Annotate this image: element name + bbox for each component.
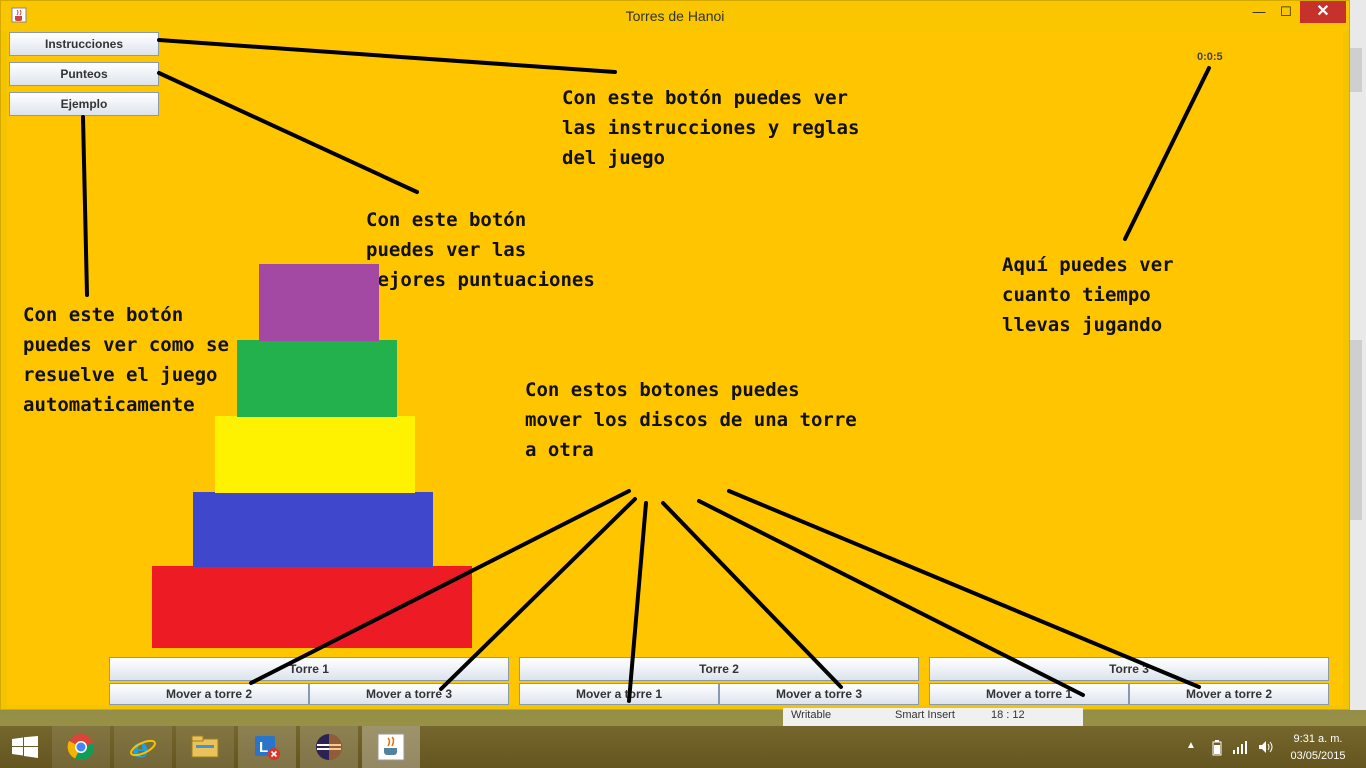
tower-3-label: Torre 3 [929,657,1329,681]
disk-4 [193,492,433,567]
status-cursor-position: 18 : 12 [991,709,1025,721]
note-ejemplo: Con este botón puedes ver como se resuel… [23,304,229,416]
svg-text:L: L [259,739,268,756]
taskbar-file-explorer[interactable] [176,726,234,768]
file-explorer-icon [191,735,219,758]
scrollbar-thumb [1350,340,1362,520]
note-mover-discos: Con estos botones puedes mover los disco… [525,379,857,461]
tower-1-move-to-2-button[interactable]: Mover a torre 2 [109,683,309,705]
title-bar: Torres de Hanoi — ☐ ✕ [1,1,1349,31]
arrow-punteos [157,71,419,194]
tower-3-move-to-2-button[interactable]: Mover a torre 2 [1129,683,1329,705]
tower-2-move-to-3-button[interactable]: Mover a torre 3 [719,683,919,705]
game-panel: Instrucciones Punteos Ejemplo 0:0:5 Con … [7,31,1343,705]
tower-2-move-to-1-button[interactable]: Mover a torre 1 [519,683,719,705]
note-punteos: Con este botón puedes ver las mejores pu… [366,209,595,291]
disk-1 [259,264,379,341]
status-insert-mode: Smart Insert [895,709,955,721]
tower-1-move-to-3-button[interactable]: Mover a torre 3 [309,683,509,705]
taskbar-java[interactable] [362,726,420,768]
disk-3 [215,416,415,493]
clock-date[interactable]: 03/05/2015 [1287,750,1349,762]
arrow-instrucciones [157,38,617,74]
disk-5 [152,566,472,648]
eclipse-icon [316,734,342,760]
app-window: Torres de Hanoi — ☐ ✕ Instrucciones Punt… [0,0,1350,710]
tower-3-move-to-1-button[interactable]: Mover a torre 1 [929,683,1129,705]
taskbar-chrome[interactable] [52,726,110,768]
chrome-icon [67,734,95,761]
start-button[interactable] [0,726,50,768]
maximize-button[interactable]: ☐ [1272,1,1300,23]
lync-icon: L [255,736,280,760]
taskbar-eclipse[interactable] [300,726,358,768]
arrow-ejemplo [81,115,89,297]
taskbar-lync[interactable]: L [238,726,296,768]
status-writable: Writable [791,709,832,721]
instrucciones-button[interactable]: Instrucciones [9,32,159,56]
note-instrucciones: Con este botón puedes ver las instruccio… [562,87,860,169]
punteos-button[interactable]: Punteos [9,62,159,86]
clock-time[interactable]: 9:31 a. m. [1290,733,1346,745]
system-tray: ▲ [1180,726,1290,768]
disk-2 [237,340,397,417]
battery-icon[interactable] [1212,740,1222,756]
ejemplo-button[interactable]: Ejemplo [9,92,159,116]
note-tiempo: Aquí puedes ver cuanto tiempo llevas jug… [1002,254,1174,336]
elapsed-time: 0:0:5 [1197,51,1223,63]
java-icon [377,733,405,761]
background-status-bar: Writable Smart Insert 18 : 12 [783,708,1083,726]
network-signal-icon[interactable] [1232,740,1248,754]
scrollbar-segment [1350,48,1362,92]
window-title: Torres de Hanoi [625,8,725,24]
show-hidden-icons-icon[interactable]: ▲ [1186,740,1196,751]
taskbar: e L ▲ 9:31 a. m. 03/05/2015 [0,726,1366,768]
start-icon [12,736,38,758]
close-button[interactable]: ✕ [1300,1,1346,23]
internet-explorer-icon: e [130,734,156,761]
tower-2-label: Torre 2 [519,657,919,681]
tower-1-label: Torre 1 [109,657,509,681]
volume-icon[interactable] [1258,740,1274,754]
taskbar-internet-explorer[interactable]: e [114,726,172,768]
arrow-tiempo [1123,66,1211,241]
minimize-button[interactable]: — [1244,1,1274,23]
